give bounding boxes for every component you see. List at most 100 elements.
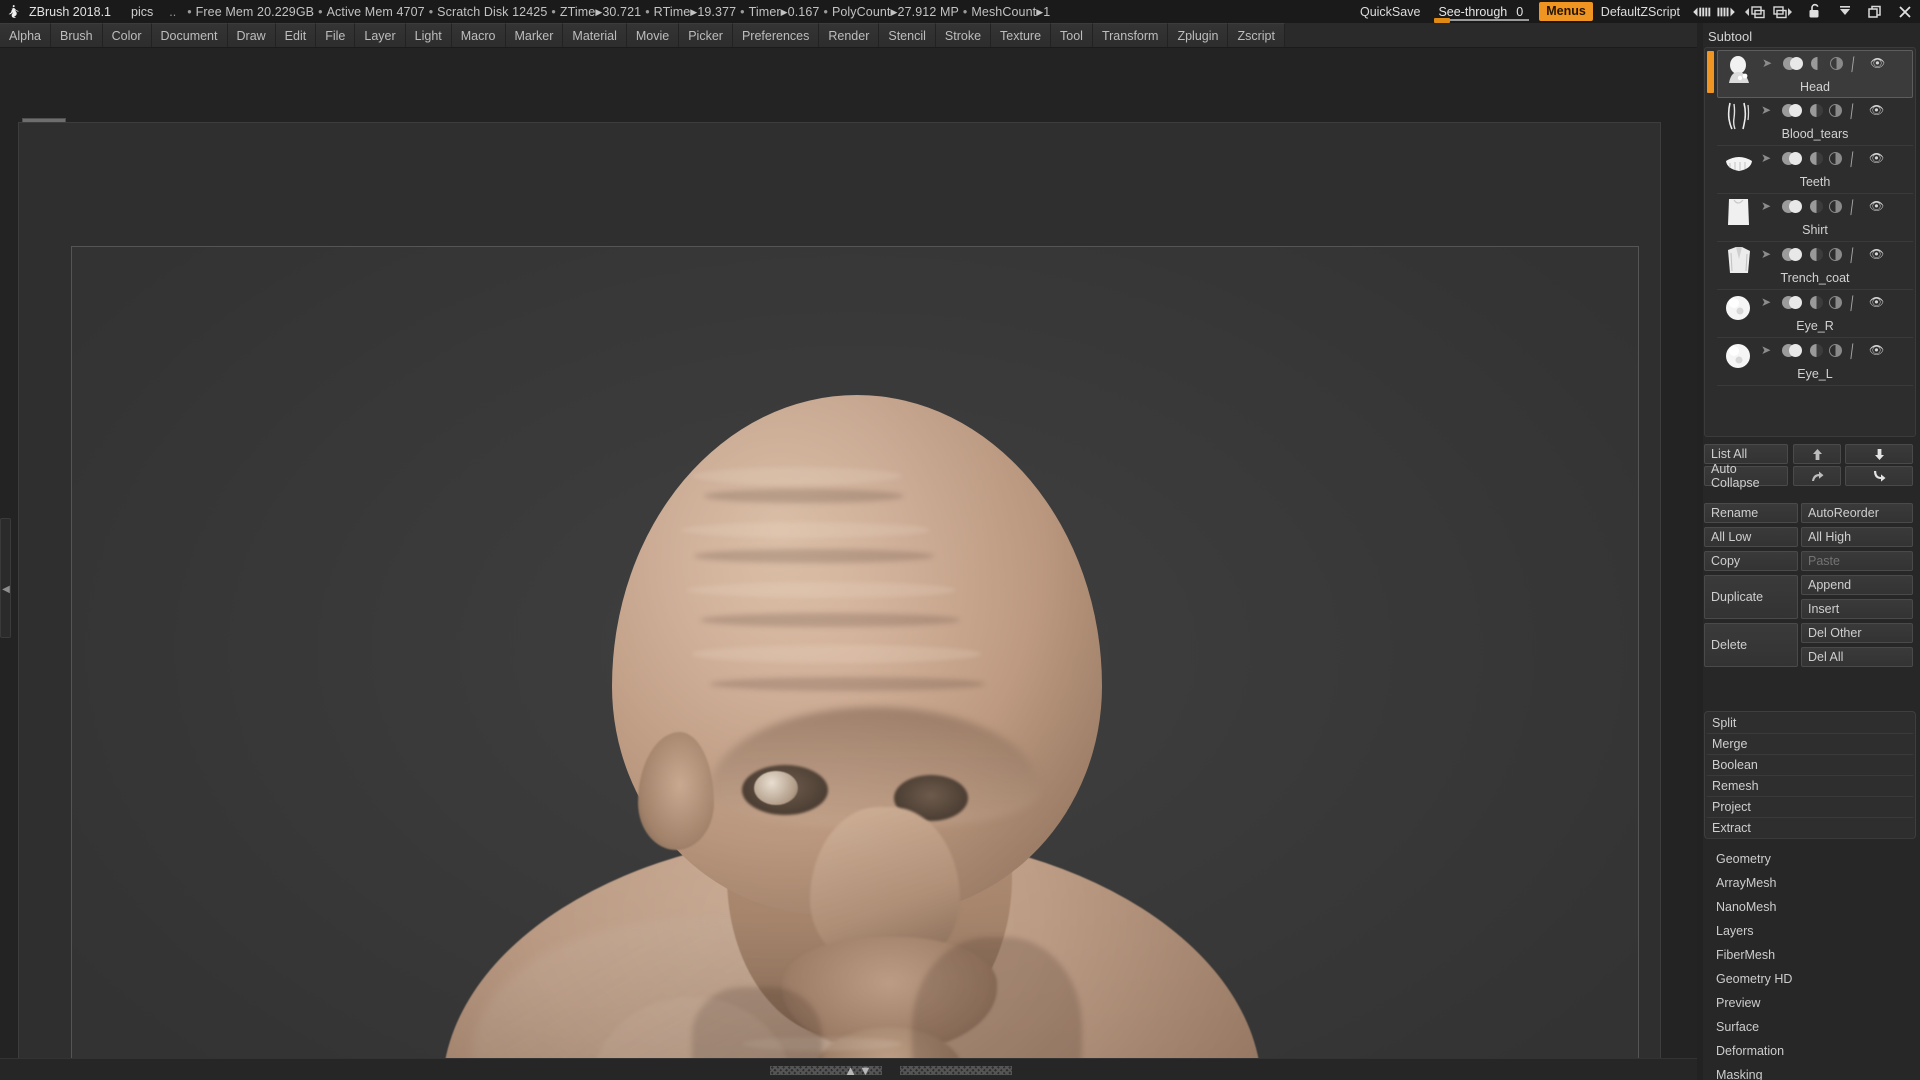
menu-item-document[interactable]: Document [151,23,228,47]
tool-section-geometry[interactable]: Geometry [1704,847,1913,871]
subtool-item-shirt[interactable]: ➤ ╱ 👁 Shirt [1717,194,1913,242]
menu-item-preferences[interactable]: Preferences [732,23,820,47]
copy-button[interactable]: Copy [1704,551,1798,571]
tool-section-nanomesh[interactable]: NanoMesh [1704,895,1913,919]
menu-item-layer[interactable]: Layer [355,23,406,47]
subtool-item-trench_coat[interactable]: ➤ ╱ 👁 Trench_coat [1717,242,1913,290]
menu-item-zscript[interactable]: Zscript [1228,23,1285,47]
move-in-button[interactable] [1845,466,1913,486]
menu-item-light[interactable]: Light [405,23,452,47]
restore-icon[interactable] [1860,0,1890,23]
subtool-scroll-indicator[interactable] [1707,51,1714,93]
subtool-item-eye_l[interactable]: ➤ ╱ 👁 Eye_L [1717,338,1913,386]
polypaint-ring-icon[interactable] [1829,343,1842,357]
lock-icon[interactable] [1800,0,1830,23]
menu-item-alpha[interactable]: Alpha [0,23,51,47]
brush-stroke-icon[interactable]: ╱ [1846,101,1865,120]
del-all-button[interactable]: Del All [1801,647,1913,667]
brush-stroke-icon[interactable]: ╱ [1846,245,1865,264]
tool-section-layers[interactable]: Layers [1704,919,1913,943]
auto-reorder-button[interactable]: AutoReorder [1801,503,1913,523]
all-low-button[interactable]: All Low [1704,527,1798,547]
tool-section-arraymesh[interactable]: ArrayMesh [1704,871,1913,895]
menu-item-color[interactable]: Color [102,23,152,47]
polypaint-ring-icon[interactable] [1829,151,1842,165]
menu-item-brush[interactable]: Brush [50,23,103,47]
left-tray-handle[interactable] [0,518,11,638]
subtool-item-blood_tears[interactable]: ➤ ╱ 👁 Blood_tears [1717,98,1913,146]
visibility-dual-sphere-icon[interactable] [1782,247,1804,261]
menu-item-edit[interactable]: Edit [275,23,317,47]
operation-boolean-button[interactable]: Boolean [1706,755,1914,776]
visibility-dual-sphere-icon[interactable] [1782,199,1804,213]
brush-stroke-icon[interactable]: ╱ [1846,149,1865,168]
half-shaded-sphere-icon[interactable] [1811,56,1824,70]
tool-section-surface[interactable]: Surface [1704,1015,1913,1039]
move-out-button[interactable] [1793,466,1841,486]
move-up-button[interactable] [1793,444,1841,464]
prev-window-icon[interactable] [1740,0,1770,23]
brush-stroke-icon[interactable]: ╱ [1847,54,1866,73]
visibility-dual-sphere-icon[interactable] [1782,343,1804,357]
operation-extract-button[interactable]: Extract [1706,818,1914,839]
paste-button[interactable]: Paste [1801,551,1913,571]
left-tray-arrow-icon[interactable]: ◀ [2,583,10,597]
document-name[interactable]: pics [131,5,153,19]
menu-item-movie[interactable]: Movie [626,23,680,47]
del-other-button[interactable]: Del Other [1801,623,1913,643]
visibility-dual-sphere-icon[interactable] [1782,295,1804,309]
brush-stroke-icon[interactable]: ╱ [1846,197,1865,216]
tool-section-masking[interactable]: Masking [1704,1063,1913,1080]
tray-up-arrow-icon[interactable]: ▲ [844,1063,859,1078]
operation-remesh-button[interactable]: Remesh [1706,776,1914,797]
half-shaded-sphere-icon[interactable] [1810,103,1823,117]
polypaint-ring-icon[interactable] [1829,199,1842,213]
polypaint-ring-icon[interactable] [1829,247,1842,261]
half-shaded-sphere-icon[interactable] [1810,295,1823,309]
visibility-dual-sphere-icon[interactable] [1783,56,1805,70]
polypaint-ring-icon[interactable] [1830,56,1843,70]
document-canvas[interactable] [71,246,1639,1080]
insert-button[interactable]: Insert [1801,599,1913,619]
eye-visibility-icon[interactable]: 👁 [1869,103,1884,117]
menu-item-texture[interactable]: Texture [991,23,1052,47]
list-all-button[interactable]: List All [1704,444,1788,464]
menu-item-marker[interactable]: Marker [505,23,564,47]
next-window-icon[interactable] [1770,0,1800,23]
tool-section-deformation[interactable]: Deformation [1704,1039,1913,1063]
tray-down-arrow-icon[interactable]: ▼ [859,1063,874,1078]
eye-visibility-icon[interactable]: 👁 [1869,295,1884,309]
half-shaded-sphere-icon[interactable] [1810,199,1823,213]
sculpted-head-bust[interactable] [442,377,1282,1080]
eye-visibility-icon[interactable]: 👁 [1869,151,1884,165]
half-shaded-sphere-icon[interactable] [1810,151,1823,165]
move-down-arrow-icon[interactable]: ➤ [1761,151,1776,165]
menu-item-material[interactable]: Material [563,23,627,47]
move-down-button[interactable] [1845,444,1913,464]
eye-visibility-icon[interactable]: 👁 [1870,56,1885,70]
menus-toggle-button[interactable]: Menus [1539,2,1593,21]
move-down-arrow-icon[interactable]: ➤ [1761,343,1776,357]
menu-item-draw[interactable]: Draw [227,23,276,47]
tool-section-geometry-hd[interactable]: Geometry HD [1704,967,1913,991]
see-through-slider[interactable]: See-through 0 [1430,0,1533,23]
subtool-item-teeth[interactable]: ➤ ╱ 👁 Teeth [1717,146,1913,194]
subtool-item-eye_r[interactable]: ➤ ╱ 👁 Eye_R [1717,290,1913,338]
close-icon[interactable] [1890,0,1920,23]
menu-item-render[interactable]: Render [819,23,880,47]
subtool-item-head[interactable]: ➤ ╱ 👁 Head [1717,50,1913,98]
eye-visibility-icon[interactable]: 👁 [1869,343,1884,357]
move-down-arrow-icon[interactable]: ➤ [1761,295,1776,309]
duplicate-button[interactable]: Duplicate [1704,575,1798,619]
polypaint-ring-icon[interactable] [1829,295,1842,309]
menu-item-stroke[interactable]: Stroke [935,23,992,47]
move-down-arrow-icon[interactable]: ➤ [1761,199,1776,213]
auto-collapse-button[interactable]: Auto Collapse [1704,462,1788,490]
menu-item-picker[interactable]: Picker [679,23,733,47]
minimize-icon[interactable] [1830,0,1860,23]
append-button[interactable]: Append [1801,575,1913,595]
bottom-tray-grip-right[interactable] [900,1066,1012,1075]
move-down-arrow-icon[interactable]: ➤ [1761,247,1776,261]
next-script-icon[interactable] [1714,0,1740,23]
tray-tab-strip[interactable] [1697,23,1703,1080]
